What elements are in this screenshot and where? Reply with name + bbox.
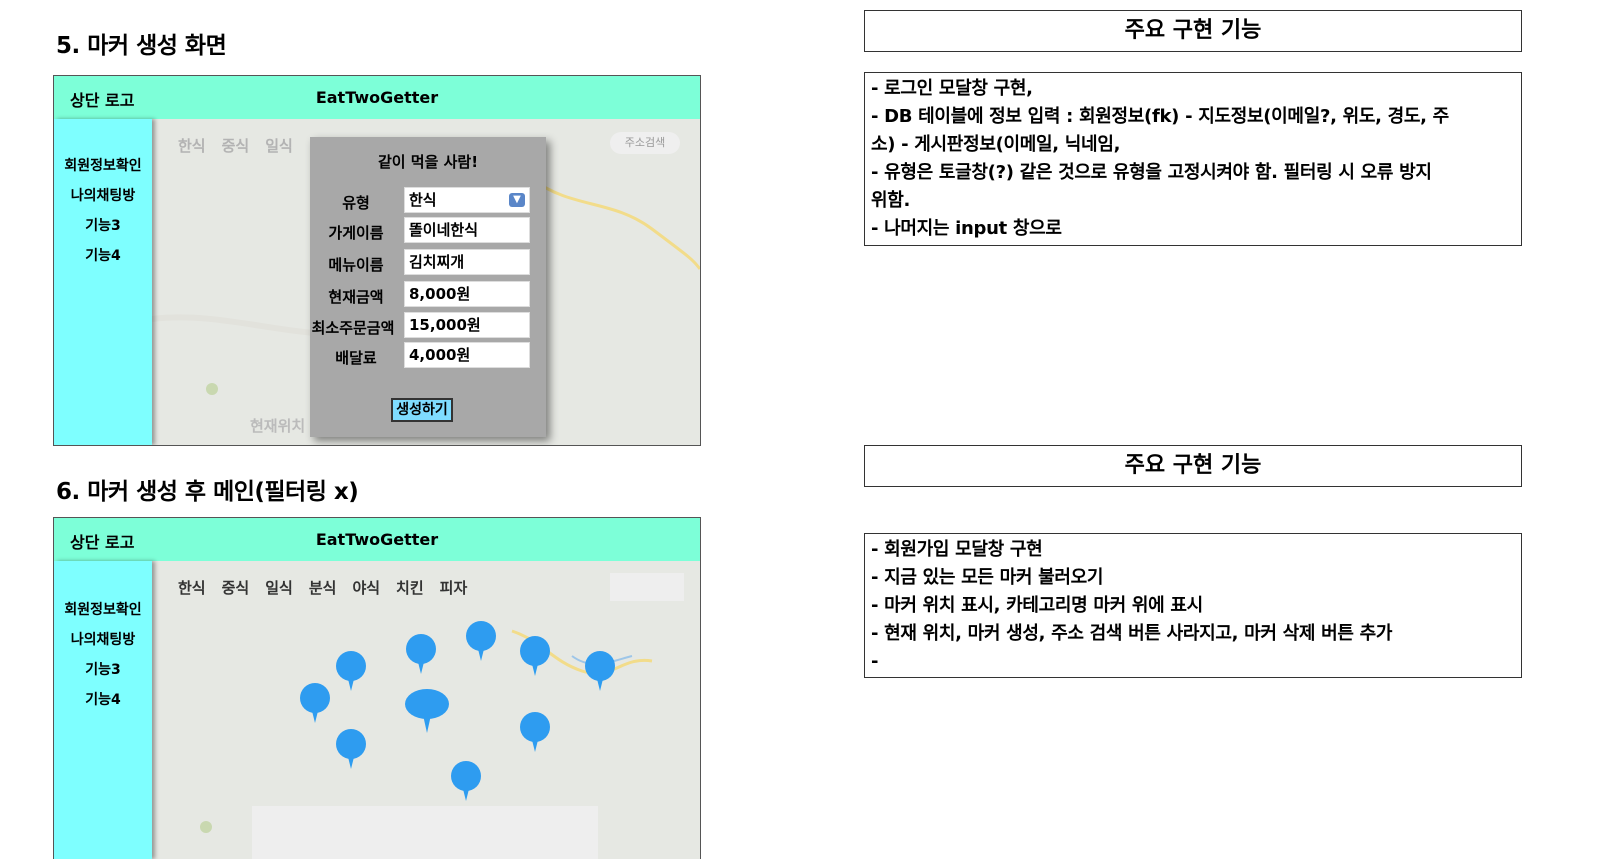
current-amount-label: 현재금액 (328, 288, 384, 306)
feature-line: - 회원가입 모달창 구현 (871, 539, 1043, 560)
type-select[interactable]: 한식 ▼ (404, 187, 530, 213)
sidebar-item-my-chat[interactable]: 나의채팅방 (54, 181, 152, 211)
feature-box-title: 주요 구현 기능 (1124, 18, 1262, 43)
store-name-input[interactable]: 똘이네한식 (404, 217, 530, 243)
section5-heading: 5. 마커 생성 화면 (56, 33, 227, 59)
category-chicken[interactable]: 치킨 (396, 577, 424, 598)
category-bar: 한식 중식 일식 분식 야식 치킨 피자 (178, 577, 467, 598)
feature-box-2-body: - 회원가입 모달창 구현 - 지금 있는 모든 마커 불러오기 - 마커 위치… (864, 533, 1522, 678)
sidebar-item-my-chat[interactable]: 나의채팅방 (54, 625, 152, 655)
map-marker[interactable] (451, 761, 481, 801)
map-marker[interactable] (336, 729, 366, 769)
map-marker[interactable] (520, 712, 550, 752)
feature-line: - DB 테이블에 정보 입력 : 회원정보(fk) - 지도정보(이메일?, … (871, 106, 1449, 127)
feature-line: - 지금 있는 모든 마커 불러오기 (871, 567, 1104, 588)
feature-list-1: - 로그인 모달창 구현, - DB 테이블에 정보 입력 : 회원정보(fk)… (865, 73, 1521, 247)
search-box[interactable] (610, 573, 684, 601)
feature-line: - 유형은 토글창(?) 같은 것으로 유형을 고정시켜야 함. 필터링 시 오… (871, 162, 1432, 183)
category-korean[interactable]: 한식 (178, 135, 206, 156)
app-title: EatTwoGetter (315, 88, 439, 107)
map-area[interactable]: 한식 중식 일식 주소검색 현재위치 같이 먹을 사람! 유형 한식 ▼ 가게이… (152, 119, 700, 445)
min-order-input[interactable]: 15,000원 (404, 312, 530, 338)
category-bar: 한식 중식 일식 (178, 135, 293, 156)
delivery-fee-label: 배달료 (335, 349, 377, 367)
form-row-delivery-fee: 배달료 4,000원 (310, 342, 546, 370)
map-marker[interactable] (520, 636, 550, 676)
modal-title: 같이 먹을 사람! (377, 153, 479, 171)
feature-line: 위함. (871, 190, 911, 211)
type-label: 유형 (342, 194, 370, 212)
create-marker-modal: 같이 먹을 사람! 유형 한식 ▼ 가게이름 똘이네한식 메뉴이름 김치찌개 현… (310, 137, 546, 437)
form-row-current-amount: 현재금액 8,000원 (310, 281, 546, 309)
top-bar: 상단 로고 EatTwoGetter (54, 76, 700, 119)
delivery-fee-input[interactable]: 4,000원 (404, 342, 530, 368)
sidebar-item-member-info[interactable]: 회원정보확인 (54, 595, 152, 625)
current-location-button[interactable]: 현재위치 (250, 415, 305, 436)
category-japanese[interactable]: 일식 (265, 577, 293, 598)
form-row-menu-name: 메뉴이름 김치찌개 (310, 249, 546, 277)
feature-list-2: - 회원가입 모달창 구현 - 지금 있는 모든 마커 불러오기 - 마커 위치… (865, 534, 1521, 680)
sidebar-item-feature3[interactable]: 기능3 (54, 655, 152, 685)
menu-name-label: 메뉴이름 (328, 256, 384, 274)
category-pizza[interactable]: 피자 (440, 577, 468, 598)
type-select-value: 한식 (409, 191, 437, 209)
feature-box-title: 주요 구현 기능 (1124, 453, 1262, 478)
sidebar-item-feature4[interactable]: 기능4 (54, 241, 152, 271)
feature-line: - 로그인 모달창 구현, (871, 78, 1033, 99)
map-marker[interactable] (300, 683, 330, 723)
marker-create-mockup: 상단 로고 EatTwoGetter 회원정보확인 나의채팅방 기능3 기능4 … (53, 75, 701, 446)
feature-line: - 마커 위치 표시, 카테고리명 마커 위에 표시 (871, 595, 1203, 616)
store-name-label: 가게이름 (328, 224, 384, 242)
min-order-label: 최소주문금액 (311, 319, 395, 337)
feature-box-1-body: - 로그인 모달창 구현, - DB 테이블에 정보 입력 : 회원정보(fk)… (864, 72, 1522, 246)
map-marker[interactable] (406, 634, 436, 674)
sidebar-item-feature4[interactable]: 기능4 (54, 685, 152, 715)
address-search-button[interactable]: 주소검색 (610, 132, 680, 154)
feature-line: - 나머지는 input 창으로 (871, 218, 1062, 239)
category-snack[interactable]: 분식 (309, 577, 337, 598)
section6-heading: 6. 마커 생성 후 메인(필터링 x) (56, 479, 359, 505)
feature-line: 소) - 게시판정보(이메일, 닉네임, (871, 134, 1121, 155)
category-korean[interactable]: 한식 (178, 577, 206, 598)
menu-name-input[interactable]: 김치찌개 (404, 249, 530, 275)
chevron-down-icon: ▼ (509, 193, 525, 207)
map-marker[interactable] (466, 621, 496, 661)
map-marker-selected[interactable] (405, 689, 449, 733)
sidebar: 회원정보확인 나의채팅방 기능3 기능4 (54, 119, 152, 445)
map-marker[interactable] (585, 651, 615, 691)
form-row-type: 유형 한식 ▼ (310, 187, 546, 215)
feature-line: - 현재 위치, 마커 생성, 주소 검색 버튼 사라지고, 마커 삭제 버튼 … (871, 623, 1393, 644)
sidebar: 회원정보확인 나의채팅방 기능3 기능4 (54, 561, 152, 859)
main-after-marker-mockup: 상단 로고 EatTwoGetter 회원정보확인 나의채팅방 기능3 기능4 … (53, 517, 701, 859)
top-bar: 상단 로고 EatTwoGetter (54, 518, 700, 561)
map-marker[interactable] (336, 651, 366, 691)
create-button[interactable]: 생성하기 (391, 398, 453, 422)
feature-line: - (871, 651, 879, 672)
feature-box-1-title: 주요 구현 기능 (864, 10, 1522, 52)
feature-box-2-title: 주요 구현 기능 (864, 445, 1522, 487)
app-title: EatTwoGetter (315, 530, 439, 549)
info-panel (252, 806, 598, 859)
sidebar-item-member-info[interactable]: 회원정보확인 (54, 151, 152, 181)
form-row-store-name: 가게이름 똘이네한식 (310, 217, 546, 245)
map-area[interactable]: 한식 중식 일식 분식 야식 치킨 피자 (152, 561, 700, 859)
category-late-night[interactable]: 야식 (352, 577, 380, 598)
sidebar-item-feature3[interactable]: 기능3 (54, 211, 152, 241)
category-chinese[interactable]: 중식 (222, 135, 250, 156)
form-row-min-order: 최소주문금액 15,000원 (310, 312, 546, 340)
category-chinese[interactable]: 중식 (222, 577, 250, 598)
current-amount-input[interactable]: 8,000원 (404, 281, 530, 307)
category-japanese[interactable]: 일식 (265, 135, 293, 156)
